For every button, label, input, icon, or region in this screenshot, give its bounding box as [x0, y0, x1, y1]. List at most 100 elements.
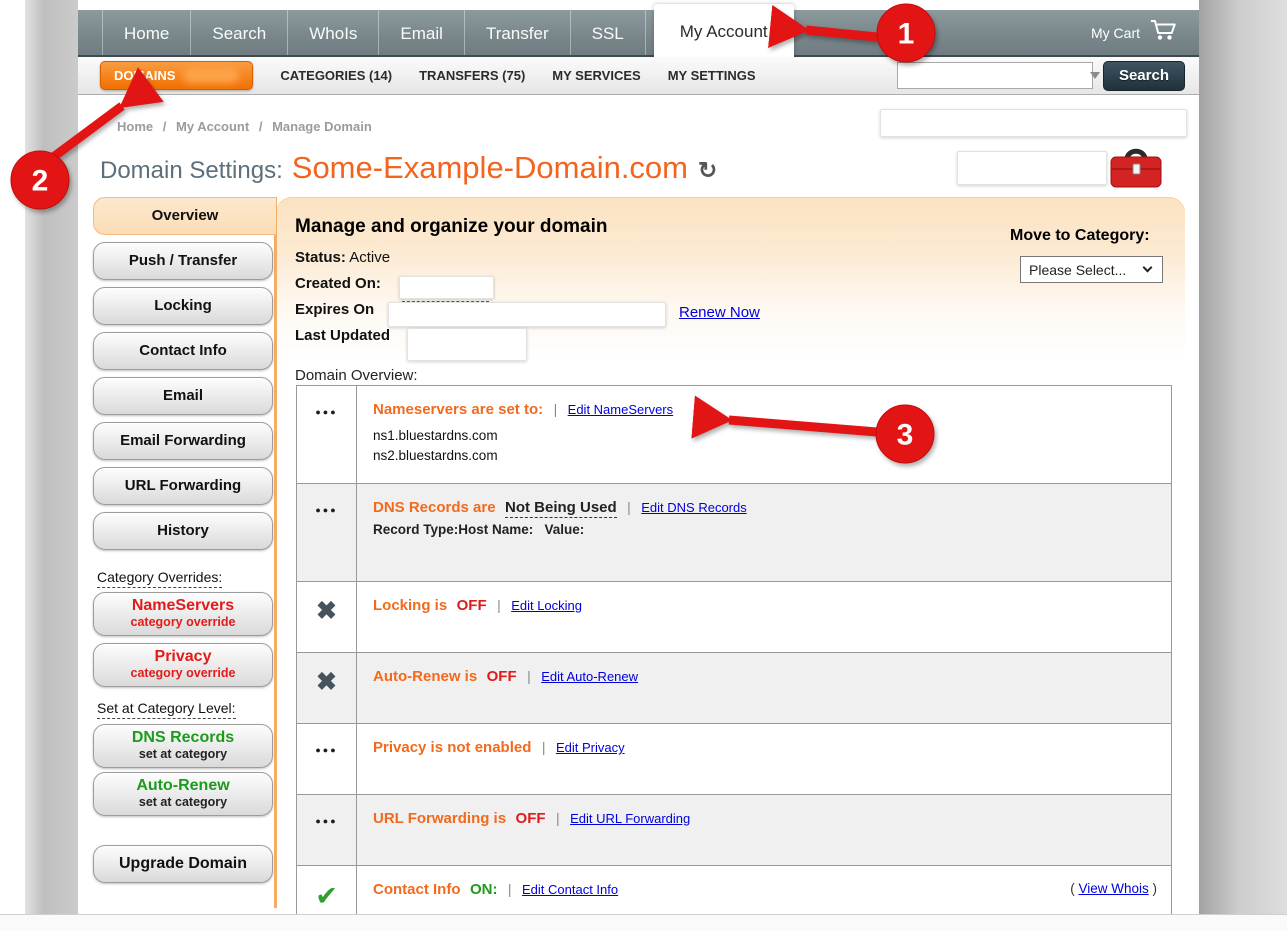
my-cart-label[interactable]: My Cart [1091, 25, 1140, 41]
nav-tab-whois[interactable]: WhoIs [287, 10, 378, 55]
x-icon: ✖ [297, 653, 357, 723]
sidebar-tab-push-transfer[interactable]: Push / Transfer [93, 242, 273, 280]
breadcrumb-separator: / [163, 119, 167, 134]
sidebar-button-auto-renew-category[interactable]: Auto-Renew set at category [93, 772, 273, 816]
right-margin-band [1199, 0, 1287, 914]
sidebar-button-dns-records-category[interactable]: DNS Records set at category [93, 724, 273, 768]
sub-navbar: DOMAINS CATEGORIES (14) TRANSFERS (75) M… [78, 57, 1199, 95]
toolbox-icon[interactable] [1108, 145, 1164, 196]
row-status: ON: [470, 881, 498, 898]
row-body: Locking is OFF | Edit Locking [357, 582, 1171, 652]
view-whois-wrap: ( View Whois ) [1070, 881, 1157, 896]
edit-dns-records-link[interactable]: Edit DNS Records [641, 500, 746, 515]
sidebar-tab-contact-info[interactable]: Contact Info [93, 332, 273, 370]
combobox-dropdown-icon[interactable] [1090, 72, 1100, 79]
edit-url-forwarding-link[interactable]: Edit URL Forwarding [570, 811, 690, 826]
status-label: Status: [295, 249, 346, 266]
category-overrides-heading: Category Overrides: [97, 569, 222, 585]
nav-spacer [78, 10, 102, 55]
sidebar-tab-locking[interactable]: Locking [93, 287, 273, 325]
move-to-category-value: Please Select... [1029, 262, 1126, 278]
subnav-tab-transfers[interactable]: TRANSFERS (75) [419, 68, 525, 83]
search-button[interactable]: Search [1103, 61, 1185, 91]
sidebar-tab-history[interactable]: History [93, 512, 273, 550]
expires-on-line: Expires On [295, 301, 374, 318]
move-to-category-select[interactable]: Please Select... [1020, 256, 1163, 283]
subnav-tab-my-services[interactable]: MY SERVICES [552, 68, 640, 83]
top-navbar: Home Search WhoIs Email Transfer SSL My … [78, 10, 1199, 57]
refresh-icon[interactable]: ↻ [698, 157, 717, 184]
upgrade-domain-button[interactable]: Upgrade Domain [93, 845, 273, 883]
category-level-subtitle: set at category [94, 747, 272, 761]
row-body: Auto-Renew is OFF | Edit Auto-Renew [357, 653, 1171, 723]
row-title: Contact Info [373, 881, 461, 898]
redaction-box-expires-on [388, 302, 666, 327]
paren-open: ( [1070, 881, 1075, 896]
subnav-tab-my-settings[interactable]: MY SETTINGS [668, 68, 756, 83]
renew-now-link[interactable]: Renew Now [679, 304, 760, 321]
row-status: OFF [457, 597, 487, 614]
last-updated-line: Last Updated [295, 327, 390, 344]
separator: | [508, 881, 512, 897]
chevron-down-icon [1143, 263, 1153, 273]
nav-tab-email[interactable]: Email [378, 10, 464, 55]
sidebar-button-privacy-override[interactable]: Privacy category override [93, 643, 273, 687]
table-row-dns-records: ●●● DNS Records are Not Being Used | Edi… [297, 484, 1171, 582]
edit-contact-info-link[interactable]: Edit Contact Info [522, 882, 618, 897]
cart-icon[interactable] [1149, 19, 1177, 46]
category-level-title: DNS Records [94, 729, 272, 747]
move-to-category-label: Move to Category: [1010, 227, 1150, 245]
breadcrumb-home[interactable]: Home [117, 119, 153, 134]
row-title: Auto-Renew is [373, 668, 477, 685]
x-icon: ✖ [297, 582, 357, 652]
domain-search-input[interactable] [898, 63, 1090, 88]
nameserver-1: ns1.bluestardns.com [373, 426, 1155, 446]
row-status: OFF [487, 668, 517, 685]
nameserver-2: ns2.bluestardns.com [373, 446, 1155, 466]
bottom-strip [0, 914, 1287, 931]
separator: | [542, 739, 546, 755]
page-title-domain: Some-Example-Domain.com [292, 150, 688, 186]
dots-icon: ●●● [297, 484, 357, 581]
sidebar-tab-url-forwarding[interactable]: URL Forwarding [93, 467, 273, 505]
category-level-subtitle: set at category [94, 795, 272, 809]
edit-auto-renew-link[interactable]: Edit Auto-Renew [541, 669, 638, 684]
breadcrumb-my-account[interactable]: My Account [176, 119, 249, 134]
edit-locking-link[interactable]: Edit Locking [511, 598, 582, 613]
table-row-locking: ✖ Locking is OFF | Edit Locking [297, 582, 1171, 653]
table-row-url-forwarding: ●●● URL Forwarding is OFF | Edit URL For… [297, 795, 1171, 866]
nav-tab-my-account[interactable]: My Account [654, 4, 794, 57]
dots-icon: ●●● [297, 795, 357, 865]
edit-nameservers-link[interactable]: Edit NameServers [568, 402, 673, 417]
redaction-box-last-updated [407, 328, 527, 361]
domain-search-combobox[interactable] [897, 62, 1093, 89]
row-body: DNS Records are Not Being Used | Edit DN… [357, 484, 1171, 581]
nav-tab-search[interactable]: Search [190, 10, 287, 55]
sidebar-tab-email[interactable]: Email [93, 377, 273, 415]
view-whois-link[interactable]: View Whois [1078, 881, 1148, 896]
row-body: URL Forwarding is OFF | Edit URL Forward… [357, 795, 1171, 865]
my-cart[interactable]: My Cart [1091, 10, 1199, 55]
nav-tab-home[interactable]: Home [102, 10, 190, 55]
subnav-tab-categories[interactable]: CATEGORIES (14) [280, 68, 392, 83]
nav-tab-ssl[interactable]: SSL [570, 10, 646, 55]
dns-record-headers: Record Type:Host Name: Value: [373, 522, 1155, 537]
table-row-nameservers: ●●● Nameservers are set to: | Edit NameS… [297, 386, 1171, 484]
status-line: Status: Active [295, 249, 390, 266]
row-body: Nameservers are set to: | Edit NameServe… [357, 386, 1171, 483]
sidebar-divider [274, 197, 277, 908]
sidebar-button-nameservers-override[interactable]: NameServers category override [93, 592, 273, 636]
breadcrumb: Home / My Account / Manage Domain [117, 119, 372, 134]
domain-overview-table: ●●● Nameservers are set to: | Edit NameS… [296, 385, 1172, 931]
edit-privacy-link[interactable]: Edit Privacy [556, 740, 625, 755]
row-status: Not Being Used [505, 499, 617, 518]
sidebar-tab-overview[interactable]: Overview [93, 197, 276, 235]
subnav-tab-domains[interactable]: DOMAINS [100, 61, 253, 90]
nav-tab-transfer[interactable]: Transfer [464, 10, 570, 55]
paren-close: ) [1153, 881, 1158, 896]
sidebar-tab-email-forwarding[interactable]: Email Forwarding [93, 422, 273, 460]
row-body: Privacy is not enabled | Edit Privacy [357, 724, 1171, 794]
created-on-line: Created On: [295, 275, 381, 292]
breadcrumb-separator: / [259, 119, 263, 134]
separator: | [497, 597, 501, 613]
